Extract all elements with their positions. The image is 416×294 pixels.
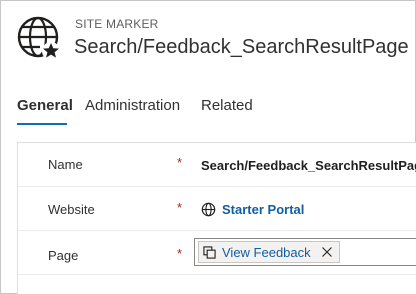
website-field-row: Website * Starter Portal bbox=[18, 187, 416, 231]
website-lookup-value: Starter Portal bbox=[201, 202, 304, 217]
tab-related[interactable]: Related bbox=[201, 97, 253, 114]
record-title: Search/Feedback_SearchResultPage bbox=[74, 36, 409, 58]
name-required-marker: * bbox=[177, 155, 183, 170]
tab-administration[interactable]: Administration bbox=[85, 97, 180, 114]
page-label: Page bbox=[48, 248, 79, 263]
page-lookup-tag: View Feedback bbox=[198, 241, 340, 263]
page-lookup-field[interactable]: View Feedback bbox=[194, 238, 416, 266]
globe-icon bbox=[201, 202, 216, 217]
page-lookup-link[interactable]: View Feedback bbox=[222, 245, 311, 260]
record-header: SITE MARKER Search/Feedback_SearchResult… bbox=[1, 1, 416, 81]
website-required-marker: * bbox=[177, 200, 183, 215]
tab-general[interactable]: General bbox=[17, 97, 73, 114]
website-label: Website bbox=[48, 202, 95, 217]
general-section: Name * Search/Feedback_SearchResultPage … bbox=[17, 142, 416, 294]
form-window: SITE MARKER Search/Feedback_SearchResult… bbox=[0, 0, 416, 294]
tab-bar: General Administration Related bbox=[1, 97, 416, 125]
website-link[interactable]: Starter Portal bbox=[222, 202, 304, 217]
record-icon bbox=[203, 245, 216, 259]
page-field-row: Page * View Feedback bbox=[18, 231, 416, 275]
name-field[interactable]: Search/Feedback_SearchResultPage bbox=[201, 158, 416, 173]
globe-star-icon bbox=[17, 16, 60, 60]
name-label: Name bbox=[48, 157, 83, 172]
name-field-row: Name * Search/Feedback_SearchResultPage bbox=[18, 143, 416, 187]
entity-type-label: SITE MARKER bbox=[75, 17, 159, 31]
close-icon[interactable] bbox=[321, 246, 333, 258]
active-tab-indicator bbox=[17, 123, 67, 125]
page-required-marker: * bbox=[177, 246, 183, 261]
